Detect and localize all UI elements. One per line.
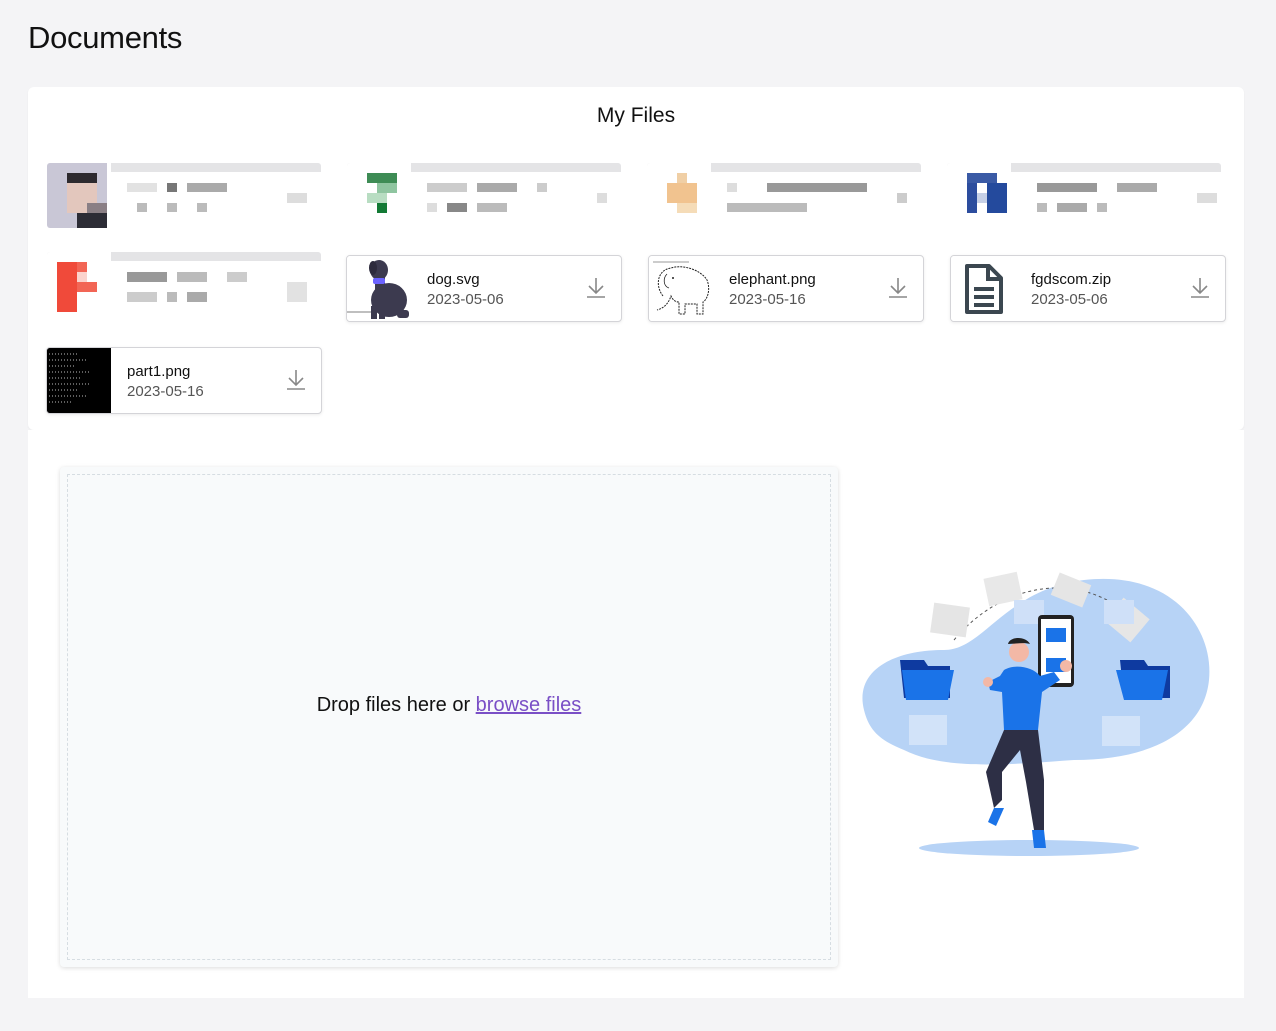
upload-section: Drop files here or browse files bbox=[28, 430, 1244, 998]
file-card[interactable]: elephant.png 2023-05-16 bbox=[648, 255, 924, 322]
file-card[interactable]: part1.png 2023-05-16 bbox=[46, 347, 322, 414]
file-card[interactable]: fgdscom.zip 2023-05-06 bbox=[950, 255, 1226, 322]
blurred-file-card[interactable] bbox=[346, 162, 622, 229]
terminal-screenshot-thumbnail bbox=[47, 348, 111, 413]
file-name: fgdscom.zip bbox=[1031, 271, 1112, 288]
file-name: part1.png bbox=[127, 363, 191, 380]
blurred-thumbnail bbox=[47, 163, 111, 228]
blurred-file-card[interactable] bbox=[46, 162, 322, 229]
my-files-panel: My Files dog.svg 2023-05-06 elephant.png… bbox=[28, 87, 1244, 430]
file-date: 2023-05-06 bbox=[1031, 291, 1108, 308]
blurred-file-card[interactable] bbox=[946, 162, 1222, 229]
file-sync-illustration bbox=[854, 560, 1214, 860]
dropzone-dashed-border bbox=[67, 474, 831, 960]
drop-text: Drop files here or bbox=[316, 694, 471, 716]
page-title: Documents bbox=[28, 20, 183, 55]
elephant-sketch-thumbnail bbox=[649, 256, 713, 321]
download-icon[interactable] bbox=[887, 276, 909, 300]
dog-thumbnail bbox=[347, 256, 411, 321]
file-date: 2023-05-06 bbox=[427, 291, 504, 308]
file-name: dog.svg bbox=[427, 271, 480, 288]
document-file-icon bbox=[951, 256, 1015, 321]
download-icon[interactable] bbox=[285, 368, 307, 392]
dropzone-instructions: Drop files here or browse files bbox=[60, 694, 838, 717]
file-card[interactable]: dog.svg 2023-05-06 bbox=[346, 255, 622, 322]
files-heading: My Files bbox=[596, 104, 676, 127]
file-date: 2023-05-16 bbox=[729, 291, 806, 308]
blurred-thumbnail bbox=[47, 252, 111, 320]
file-name: elephant.png bbox=[729, 271, 816, 288]
blurred-file-card[interactable] bbox=[646, 162, 922, 229]
file-dropzone[interactable]: Drop files here or browse files bbox=[60, 467, 838, 967]
download-icon[interactable] bbox=[1189, 276, 1211, 300]
file-date: 2023-05-16 bbox=[127, 383, 204, 400]
blurred-thumbnail bbox=[647, 163, 711, 228]
blurred-thumbnail bbox=[347, 163, 411, 228]
browse-files-link[interactable]: browse files bbox=[476, 694, 582, 716]
blurred-thumbnail bbox=[947, 163, 1011, 228]
download-icon[interactable] bbox=[585, 276, 607, 300]
blurred-file-card[interactable] bbox=[46, 251, 322, 321]
